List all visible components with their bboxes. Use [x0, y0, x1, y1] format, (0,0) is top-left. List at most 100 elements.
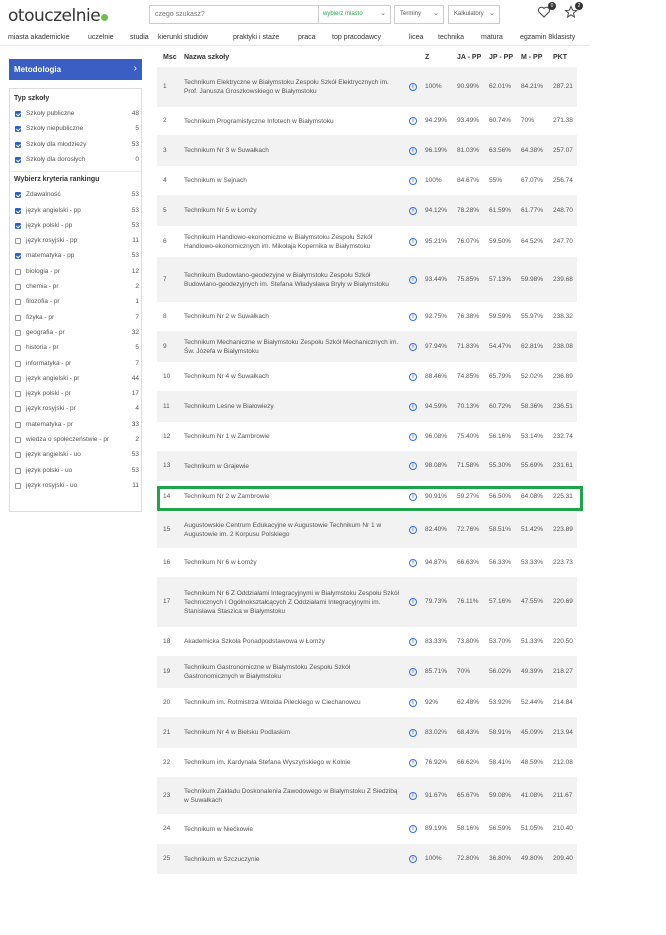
criterion-filter-3[interactable]: język rosyjski - pp 11: [15, 236, 140, 248]
info-icon[interactable]: i: [409, 146, 417, 155]
table-row[interactable]: 13 Technikum w Grajewie i 98.08% 71.58% 55.30…: [157, 451, 577, 481]
checkbox[interactable]: [15, 192, 21, 199]
info-icon[interactable]: i: [409, 526, 417, 534]
info-icon[interactable]: i: [409, 462, 417, 470]
table-row[interactable]: 22 Technikum im. Kardynała Stefana Wyszyń…: [157, 748, 577, 777]
checkbox[interactable]: [15, 141, 21, 148]
info-icon[interactable]: i: [409, 206, 417, 215]
table-row[interactable]: 21 Technikum Nr 4 w Bielsku Podlaskim i 83.…: [157, 717, 577, 748]
school-name-cell[interactable]: Technikum w Grajewie: [184, 462, 404, 471]
info-icon[interactable]: i: [409, 698, 417, 707]
criterion-filter-1[interactable]: język angielski - pp 53: [15, 206, 140, 218]
table-row[interactable]: 15 Augustowskie Centrum Edukacyjne w Augu…: [157, 512, 577, 548]
site-logo[interactable]: otouczelnie: [8, 6, 109, 26]
school-name-cell[interactable]: Technikum Programistyczne Infotech w Bia…: [184, 117, 404, 126]
info-icon[interactable]: i: [409, 83, 417, 91]
checkbox[interactable]: [15, 329, 21, 336]
info-icon[interactable]: i: [409, 237, 417, 246]
checkbox[interactable]: [15, 421, 21, 428]
nav-item-egzamin[interactable]: egzamin 8klasisty: [520, 34, 575, 41]
school-name-cell[interactable]: Technikum im. Rotmistrza Witolda Pilecki…: [184, 698, 404, 707]
nav-item-praca[interactable]: praca: [298, 34, 316, 41]
checkbox[interactable]: [15, 222, 21, 229]
school-name-cell[interactable]: Technikum w Sejnach: [184, 176, 404, 185]
checkbox[interactable]: [15, 482, 21, 489]
school-name-cell[interactable]: Technikum w Niećkowie: [184, 825, 404, 834]
table-row[interactable]: 24 Technikum w Niećkowie i 89.19% 58.16% 56.5…: [157, 814, 577, 844]
info-icon[interactable]: i: [409, 758, 417, 767]
info-icon[interactable]: i: [409, 432, 417, 441]
info-icon[interactable]: i: [409, 668, 417, 676]
school-name-cell[interactable]: Akademicka Szkoła Ponadpodstawowa w Łomż…: [184, 637, 404, 646]
nav-item-praktyki[interactable]: praktyki i staże: [233, 34, 279, 41]
checkbox[interactable]: [15, 126, 21, 133]
table-row[interactable]: 20 Technikum im. Rotmistrza Witolda Pilec…: [157, 688, 577, 717]
criterion-filter-18[interactable]: język polski - uo 53: [15, 466, 140, 478]
table-row[interactable]: 19 Technikum Gastronomiczne w Białymstoku…: [157, 656, 577, 688]
school-name-cell[interactable]: Technikum im. Kardynała Stefana Wyszyńsk…: [184, 758, 404, 767]
checkbox[interactable]: [15, 391, 21, 398]
info-icon[interactable]: i: [409, 791, 417, 800]
school-name-cell[interactable]: Technikum Nr 2 w Suwałkach: [184, 312, 404, 321]
info-icon[interactable]: i: [409, 176, 417, 185]
table-row[interactable]: 18 Akademicka Szkoła Ponadpodstawowa w Ło…: [157, 627, 577, 656]
nav-item-kierunki[interactable]: kierunki studiów: [158, 34, 208, 41]
criterion-filter-15[interactable]: matematyka - pr 33: [15, 420, 140, 432]
table-row[interactable]: 17 Technikum Nr 6 Z Oddziałami Integracyj…: [157, 577, 577, 627]
city-select[interactable]: wybierz miasto ⌄: [318, 6, 390, 23]
table-row[interactable]: 11 Technikum Leśne w Białowieży i 94.59% 70.…: [157, 391, 577, 422]
school-name-cell[interactable]: Technikum Nr 5 w Łomży: [184, 206, 404, 215]
table-row[interactable]: 8 Technikum Nr 2 w Suwałkach i 92.75% 76.38%…: [157, 302, 577, 331]
checkbox[interactable]: [15, 299, 21, 306]
info-icon[interactable]: i: [409, 275, 417, 284]
info-icon[interactable]: i: [409, 117, 417, 125]
info-icon[interactable]: i: [409, 855, 417, 863]
checkbox[interactable]: [15, 253, 21, 260]
type-filter-2[interactable]: Szkoły dla młodzieży 53: [15, 140, 140, 152]
table-row[interactable]: 25 Technikum w Szczuczynie i 100% 72.80% 36.8…: [157, 844, 577, 874]
checkbox[interactable]: [15, 360, 21, 367]
info-icon[interactable]: i: [409, 372, 417, 381]
table-row[interactable]: 1 Technikum Elektryczne w Białymstoku Zes…: [157, 67, 577, 107]
school-name-cell[interactable]: Technikum w Szczuczynie: [184, 855, 404, 864]
table-row[interactable]: 12 Technikum Nr 1 w Zambrowie i 96.08% 75.40…: [157, 422, 577, 451]
criterion-filter-9[interactable]: geografia - pr 32: [15, 328, 140, 340]
metodologia-button[interactable]: Metodologia ›: [9, 59, 142, 80]
info-icon[interactable]: i: [409, 342, 417, 351]
calculators-select[interactable]: Kalkulatory ⌄: [448, 5, 500, 24]
criterion-filter-4[interactable]: matematyka - pp 53: [15, 251, 140, 263]
criterion-filter-10[interactable]: historia - pr 5: [15, 343, 140, 355]
school-name-cell[interactable]: Technikum Gastronomiczne w Białymstoku Z…: [184, 663, 404, 681]
checkbox[interactable]: [15, 111, 21, 117]
table-row[interactable]: 2 Technikum Programistyczne Infotech w Bi…: [157, 107, 577, 135]
criterion-filter-0[interactable]: Zdawalność 53: [15, 190, 140, 202]
checkbox[interactable]: [15, 452, 21, 459]
search-input[interactable]: [150, 6, 318, 23]
criterion-filter-8[interactable]: fizyka - pr 7: [15, 313, 140, 325]
checkbox[interactable]: [15, 375, 21, 382]
info-icon[interactable]: i: [409, 312, 417, 321]
table-row[interactable]: 23 Technikum Zakładu Doskonalenia Zawodow…: [157, 777, 577, 814]
school-name-cell[interactable]: Technikum Nr 4 w Suwałkach: [184, 372, 404, 381]
type-filter-0[interactable]: Szkoły publiczne 48: [15, 109, 140, 121]
school-name-cell[interactable]: Technikum Nr 6 Z Oddziałami Integracyjny…: [184, 589, 404, 616]
school-name-cell[interactable]: Technikum Mechaniczne w Białymstoku Zesp…: [184, 338, 404, 356]
nav-item-pracodawcy[interactable]: top pracodawcy: [332, 34, 381, 41]
checkbox[interactable]: [15, 314, 21, 321]
nav-item-uczelnie[interactable]: uczelnie: [88, 34, 114, 41]
criterion-filter-19[interactable]: język rosyjski - uo 11: [15, 481, 140, 493]
table-row[interactable]: 9 Technikum Mechaniczne w Białymstoku Zes…: [157, 331, 577, 362]
type-filter-1[interactable]: Szkoły niepubliczne 5: [15, 124, 140, 136]
checkbox[interactable]: [15, 437, 21, 443]
nav-item-technika[interactable]: technika: [438, 34, 464, 41]
checkbox[interactable]: [15, 268, 21, 275]
criterion-filter-6[interactable]: chemia - pr 2: [15, 282, 140, 294]
checkbox[interactable]: [15, 345, 21, 352]
checkbox[interactable]: [15, 406, 21, 413]
nav-item-licea[interactable]: licea: [409, 34, 423, 41]
table-row[interactable]: 10 Technikum Nr 4 w Suwałkach i 88.46% 74.85…: [157, 362, 577, 391]
criterion-filter-14[interactable]: język rosyjski - pr 4: [15, 404, 140, 416]
criterion-filter-16[interactable]: wiedza o społeczeństwie - pr 2: [15, 435, 140, 447]
school-name-cell[interactable]: Technikum Nr 1 w Zambrowie: [184, 432, 404, 441]
checkbox[interactable]: [15, 207, 21, 214]
